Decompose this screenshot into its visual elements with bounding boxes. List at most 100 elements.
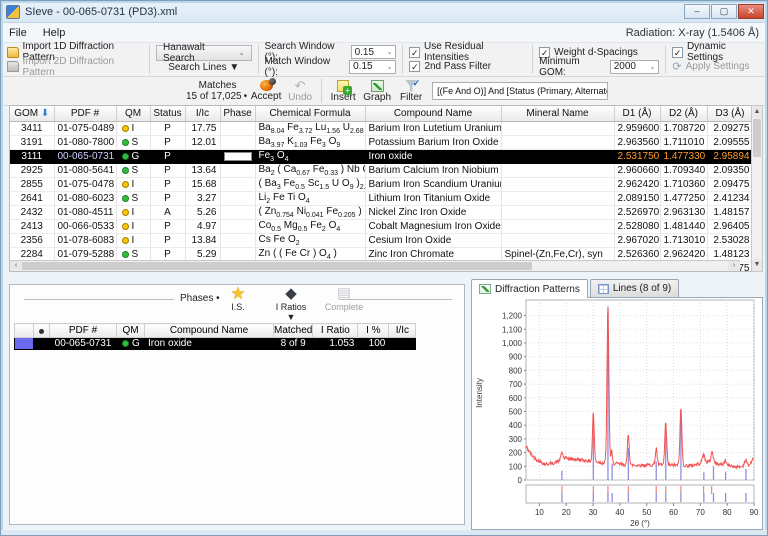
- min-gom-combo[interactable]: 2000 ⌄: [610, 60, 660, 74]
- scroll-down-icon[interactable]: ▼: [752, 259, 762, 271]
- results-horizontal-scrollbar[interactable]: ‹ ›: [10, 260, 740, 271]
- d1-value[interactable]: 2.962420: [614, 177, 660, 191]
- compound-name[interactable]: Potassium Barium Iron Oxide: [365, 135, 501, 149]
- d3-value[interactable]: 2.96405: [707, 219, 753, 233]
- chemical-formula[interactable]: Co0.5 Mg0.5 Fe2 O4: [255, 219, 365, 233]
- scroll-right-icon[interactable]: ›: [728, 261, 740, 271]
- status-value[interactable]: P: [150, 121, 185, 135]
- pdf-number-link[interactable]: 01-075-0489: [54, 121, 116, 135]
- phase-cell[interactable]: [220, 205, 255, 219]
- d3-value[interactable]: 2.09350: [707, 163, 753, 177]
- d1-value[interactable]: 2.526970: [614, 205, 660, 219]
- phase-cell[interactable]: [220, 135, 255, 149]
- scroll-up-icon[interactable]: ▲: [752, 106, 762, 118]
- column-header-qm[interactable]: QM: [117, 324, 145, 338]
- d3-value[interactable]: 2.53028: [707, 233, 753, 247]
- matched-value[interactable]: 8 of 9: [274, 338, 313, 350]
- phase-cell[interactable]: [220, 191, 255, 205]
- gom-value[interactable]: 3411: [10, 121, 54, 135]
- d3-value[interactable]: 2.09275: [707, 121, 753, 135]
- compound-name[interactable]: Lithium Iron Titanium Oxide: [365, 191, 501, 205]
- iic-value[interactable]: 4.97: [185, 219, 220, 233]
- d3-value[interactable]: 2.09555: [707, 135, 753, 149]
- pdf-number-link[interactable]: 01-079-5288: [54, 247, 116, 261]
- d2-value[interactable]: 1.481440: [660, 219, 707, 233]
- compound-name[interactable]: Cobalt Magnesium Iron Oxide: [365, 219, 501, 233]
- chemical-formula[interactable]: Zn ( ( Fe Cr ) O4 ): [255, 247, 365, 261]
- d2-value[interactable]: 1.477250: [660, 191, 707, 205]
- mineral-name[interactable]: [501, 121, 614, 135]
- column-header-i-ic[interactable]: I/Ic: [389, 324, 416, 338]
- mineral-name[interactable]: [501, 177, 614, 191]
- column-header-matched[interactable]: Matched: [274, 324, 313, 338]
- mineral-name[interactable]: [501, 135, 614, 149]
- gom-value[interactable]: 3111: [10, 149, 54, 163]
- chemical-formula[interactable]: Ba3.97 K1.03 Fe3 O9: [255, 135, 365, 149]
- d1-value[interactable]: 2.089150: [614, 191, 660, 205]
- table-row[interactable]: 264101-080-6023SP3.27Li2 Fe Ti O4Lithium…: [10, 191, 753, 205]
- status-value[interactable]: P: [150, 191, 185, 205]
- column-header-d3-[interactable]: D3 (Å): [707, 106, 753, 121]
- d1-value[interactable]: 2.960660: [614, 163, 660, 177]
- qm-cell[interactable]: G: [116, 149, 150, 163]
- chemical-formula[interactable]: Ba8.04 Fe3.72 Lu1.56 U2.68 O24: [255, 121, 365, 135]
- compound-name[interactable]: Iron oxide: [145, 338, 274, 350]
- phase-cell[interactable]: [220, 177, 255, 191]
- iic-value[interactable]: [389, 338, 416, 350]
- status-value[interactable]: P: [150, 177, 185, 191]
- qm-cell[interactable]: S: [116, 163, 150, 177]
- phase-accept-cell[interactable]: [34, 338, 50, 350]
- chemical-formula[interactable]: ( Ba3 Fe0.5 Sc1.5 U O9 )2.667: [255, 177, 365, 191]
- scrollbar-thumb[interactable]: [22, 262, 532, 270]
- column-header-d1-[interactable]: D1 (Å): [614, 106, 660, 121]
- compound-name[interactable]: Cesium Iron Oxide: [365, 233, 501, 247]
- d3-value[interactable]: 1.48123: [707, 247, 753, 261]
- status-value[interactable]: P: [150, 219, 185, 233]
- column-header-d2-[interactable]: D2 (Å): [660, 106, 707, 121]
- pdf-number-link[interactable]: 01-080-4511: [54, 205, 116, 219]
- iic-value[interactable]: 3.27: [185, 191, 220, 205]
- qm-cell[interactable]: G: [117, 338, 145, 350]
- gom-value[interactable]: 2432: [10, 205, 54, 219]
- d1-value[interactable]: 2.531750: [614, 149, 660, 163]
- column-header-i-ic[interactable]: I/Ic: [185, 106, 220, 121]
- d2-value[interactable]: 1.709340: [660, 163, 707, 177]
- phase-cell[interactable]: [220, 121, 255, 135]
- gom-value[interactable]: 2413: [10, 219, 54, 233]
- pdf-number-link[interactable]: 00-066-0533: [54, 219, 116, 233]
- match-window-combo[interactable]: 0.15 ⌄: [349, 60, 396, 74]
- qm-cell[interactable]: S: [116, 191, 150, 205]
- pdf-number-link[interactable]: 01-078-6083: [54, 233, 116, 247]
- complete-button[interactable]: ▤ Complete: [324, 286, 364, 322]
- column-header-phase[interactable]: Phase: [220, 106, 255, 121]
- insert-button[interactable]: Insert: [326, 80, 360, 103]
- chemical-formula[interactable]: ( Zn0.754 Ni0.041 Fe0.205 ) ( Zn0.046…: [255, 205, 365, 219]
- phase-cell[interactable]: [220, 219, 255, 233]
- pdf-number-link[interactable]: 01-080-6023: [54, 191, 116, 205]
- table-row[interactable]: 243201-080-4511IA5.26( Zn0.754 Ni0.041 F…: [10, 205, 753, 219]
- chemical-formula[interactable]: Cs Fe O2: [255, 233, 365, 247]
- pdf-number-link[interactable]: 01-080-7800: [54, 135, 116, 149]
- iic-value[interactable]: [185, 149, 220, 163]
- accept-button[interactable]: Accept: [249, 80, 283, 102]
- table-row[interactable]: 228401-079-5288SP5.29Zn ( ( Fe Cr ) O4 )…: [10, 247, 753, 261]
- search-lines-button[interactable]: Search Lines ▼: [156, 61, 252, 74]
- table-row[interactable]: 241300-066-0533IP4.97Co0.5 Mg0.5 Fe2 O4C…: [10, 219, 753, 233]
- pdf-number-link[interactable]: 00-065-0731: [54, 149, 116, 163]
- d1-value[interactable]: 2.526360: [614, 247, 660, 261]
- d1-value[interactable]: 2.963560: [614, 135, 660, 149]
- column-header-pdf-[interactable]: PDF #: [50, 324, 117, 338]
- maximize-button[interactable]: ▢: [711, 4, 737, 19]
- status-value[interactable]: P: [150, 233, 185, 247]
- compound-name[interactable]: Iron oxide: [365, 149, 501, 163]
- qm-cell[interactable]: S: [116, 135, 150, 149]
- gom-value[interactable]: 2855: [10, 177, 54, 191]
- d2-value[interactable]: 1.708720: [660, 121, 707, 135]
- mineral-name[interactable]: [501, 219, 614, 233]
- table-row[interactable]: 311100-065-0731GPFe3 O4Iron oxide2.53175…: [10, 149, 753, 163]
- d2-value[interactable]: 1.711010: [660, 135, 707, 149]
- tab-lines[interactable]: Lines (8 of 9): [590, 279, 679, 297]
- mineral-name[interactable]: Spinel-(Zn,Fe,Cr), syn: [501, 247, 614, 261]
- qm-cell[interactable]: S: [116, 247, 150, 261]
- iic-value[interactable]: 12.01: [185, 135, 220, 149]
